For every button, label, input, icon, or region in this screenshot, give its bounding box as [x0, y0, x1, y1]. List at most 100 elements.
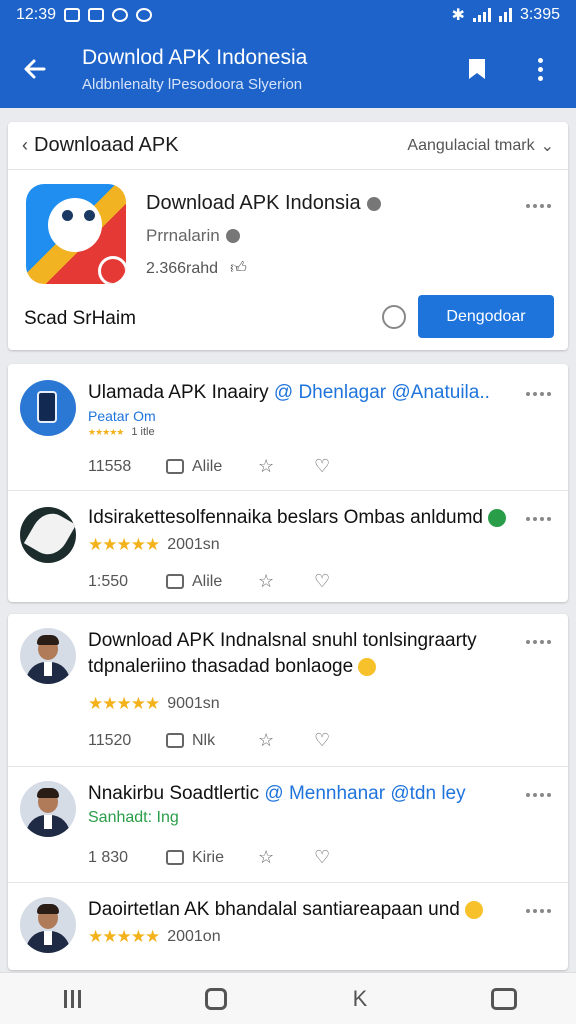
- refresh-icon[interactable]: [382, 305, 406, 329]
- star-button[interactable]: ☆: [258, 456, 314, 477]
- post-count: 1 830: [88, 848, 129, 866]
- post-rating: ★★★★★ 1 itle: [88, 426, 155, 438]
- heart-button[interactable]: ♡: [314, 730, 330, 751]
- comment-button[interactable]: Nlk: [166, 732, 258, 750]
- like-icon[interactable]: 👍︎: [230, 259, 247, 278]
- recents-icon: [63, 989, 81, 1008]
- app-name-label: Download APK Indonsia: [146, 192, 361, 214]
- post-rating: ★★★★★ 9001sn: [88, 694, 220, 714]
- post-title-text: Daoirtetlan AK bhandalal santiareapaan: [88, 899, 423, 920]
- info-icon: [225, 229, 240, 243]
- emoji-icon: [358, 657, 377, 676]
- bluetooth-icon: ✱: [451, 7, 465, 24]
- comment-button[interactable]: Alile: [166, 573, 258, 591]
- comment-label: Alile: [192, 457, 223, 475]
- sync-icon: [136, 8, 153, 22]
- star-icon: ☆: [258, 571, 275, 591]
- app-downloads: 2.366rahd 👍︎: [146, 259, 247, 278]
- back-arrow-icon: [24, 59, 46, 79]
- star-button[interactable]: ☆: [258, 571, 314, 592]
- post-item[interactable]: Nnakirbu Soadtlertic @ Mennhanar @tdn le…: [8, 766, 568, 882]
- scan-label: Scad SrHaim: [24, 308, 136, 329]
- camera-button[interactable]: [480, 979, 528, 1019]
- post-more-button[interactable]: [526, 793, 551, 797]
- post-mention[interactable]: @ Dhenlagar @Anatuila..: [274, 382, 490, 403]
- heart-button[interactable]: ♡: [314, 456, 330, 477]
- posts-card: Download APK Indnalsnal snuhl tonlsingra…: [8, 614, 568, 970]
- rating-stars: ★★★★★: [88, 694, 160, 713]
- app-category: Prrnalarin: [146, 226, 240, 246]
- post-title: Nnakirbu Soadtlertic @ Mennhanar @tdn le…: [88, 781, 518, 807]
- star-button[interactable]: ☆: [258, 847, 314, 868]
- person-avatar: [20, 897, 76, 953]
- rating-stars: ★★★★★: [88, 927, 160, 946]
- app-bar-subtitle: Aldbnlenalty lPesodoora Slyerion: [82, 76, 303, 93]
- post-rating: ★★★★★ 2001sn: [88, 535, 220, 555]
- wifi-icon: [498, 8, 512, 22]
- back-nav-button[interactable]: K: [336, 979, 384, 1019]
- comment-button[interactable]: Kirie: [166, 849, 258, 867]
- post-sub-text: Peatar Om: [88, 408, 156, 424]
- status-time: 12:39: [16, 6, 57, 23]
- post-more-button[interactable]: [526, 392, 551, 396]
- app-name: Download APK Indonsia: [146, 192, 381, 215]
- comment-icon: [166, 574, 184, 589]
- app-more-button[interactable]: [526, 204, 551, 208]
- comment-button[interactable]: Alile: [166, 458, 258, 476]
- post-more-button[interactable]: [526, 640, 551, 644]
- comment-icon: [166, 459, 184, 474]
- heart-button[interactable]: ♡: [314, 571, 330, 592]
- heart-icon: ♡: [314, 847, 331, 867]
- breadcrumb-label: Downloaad APK: [34, 134, 179, 156]
- post-title: Download APK Indnalsnal snuhl tonlsingra…: [88, 628, 518, 680]
- post-sub: Sanhadt: Ing: [88, 809, 179, 827]
- post-title-text: Ulamada APK Inaairy: [88, 382, 269, 403]
- post-title-text: Download APK Indnalsnal snuhl tonlsingra…: [88, 630, 477, 677]
- comment-label: Nlk: [192, 731, 216, 749]
- person-avatar: [20, 781, 76, 837]
- post-item[interactable]: Idsirakettesolfennaika beslars Ombas anl…: [8, 490, 568, 602]
- recents-button[interactable]: [48, 979, 96, 1019]
- filter-dropdown[interactable]: Aangulacial tmark ⌄: [407, 136, 554, 156]
- home-button[interactable]: [192, 979, 240, 1019]
- more-options-button[interactable]: [528, 54, 552, 84]
- post-title-text: Nnakirbu Soadtlertic: [88, 783, 260, 804]
- heart-icon: ♡: [314, 456, 331, 476]
- heart-icon: ♡: [314, 730, 331, 750]
- system-nav-bar: K: [0, 972, 576, 1024]
- app-icon: [112, 8, 129, 22]
- post-more-button[interactable]: [526, 909, 551, 913]
- breadcrumb[interactable]: ‹ Downloaad APK: [22, 134, 179, 157]
- post-item[interactable]: Ulamada APK Inaairy @ Dhenlagar @Anatuil…: [8, 364, 568, 490]
- leaf-avatar: [20, 507, 76, 563]
- bookmark-button[interactable]: [462, 54, 492, 84]
- download-button-label: Dengodoar: [446, 307, 526, 325]
- post-mention[interactable]: @ Mennhanar @tdn ley: [264, 783, 465, 804]
- phone-avatar: [20, 380, 76, 436]
- back-icon: K: [352, 985, 368, 1011]
- app-category-label: Prrnalarin: [146, 226, 220, 245]
- downloads-count: 2.366rahd: [146, 259, 219, 277]
- person-avatar: [20, 628, 76, 684]
- rating-stars: ★★★★★: [88, 535, 160, 554]
- home-icon: [205, 987, 227, 1010]
- post-title-end: und: [428, 899, 460, 920]
- heart-icon: ♡: [314, 571, 331, 591]
- post-item[interactable]: Daoirtetlan AK bhandalal santiareapaan u…: [8, 882, 568, 970]
- post-actions: 11520 Nlk ☆ ♡: [88, 730, 330, 751]
- post-actions: 11558 Alile ☆ ♡: [88, 456, 330, 477]
- post-more-button[interactable]: [526, 517, 551, 521]
- app-bar: Downlod APK Indonesia Aldbnlenalty lPeso…: [0, 30, 576, 108]
- filter-label: Aangulacial tmark: [407, 136, 535, 154]
- back-button[interactable]: [18, 52, 52, 86]
- post-sub: Peatar Om: [88, 408, 156, 424]
- heart-button[interactable]: ♡: [314, 847, 330, 868]
- post-item[interactable]: Download APK Indnalsnal snuhl tonlsingra…: [8, 614, 568, 766]
- star-icon: ☆: [258, 847, 275, 867]
- app-logo: [26, 184, 126, 284]
- post-title: Idsirakettesolfennaika beslars Ombas anl…: [88, 505, 518, 531]
- star-button[interactable]: ☆: [258, 730, 314, 751]
- download-button[interactable]: Dengodoar: [418, 295, 554, 338]
- info-icon: [366, 196, 381, 211]
- app-info-card: ‹ Downloaad APK Aangulacial tmark ⌄ Down…: [8, 122, 568, 350]
